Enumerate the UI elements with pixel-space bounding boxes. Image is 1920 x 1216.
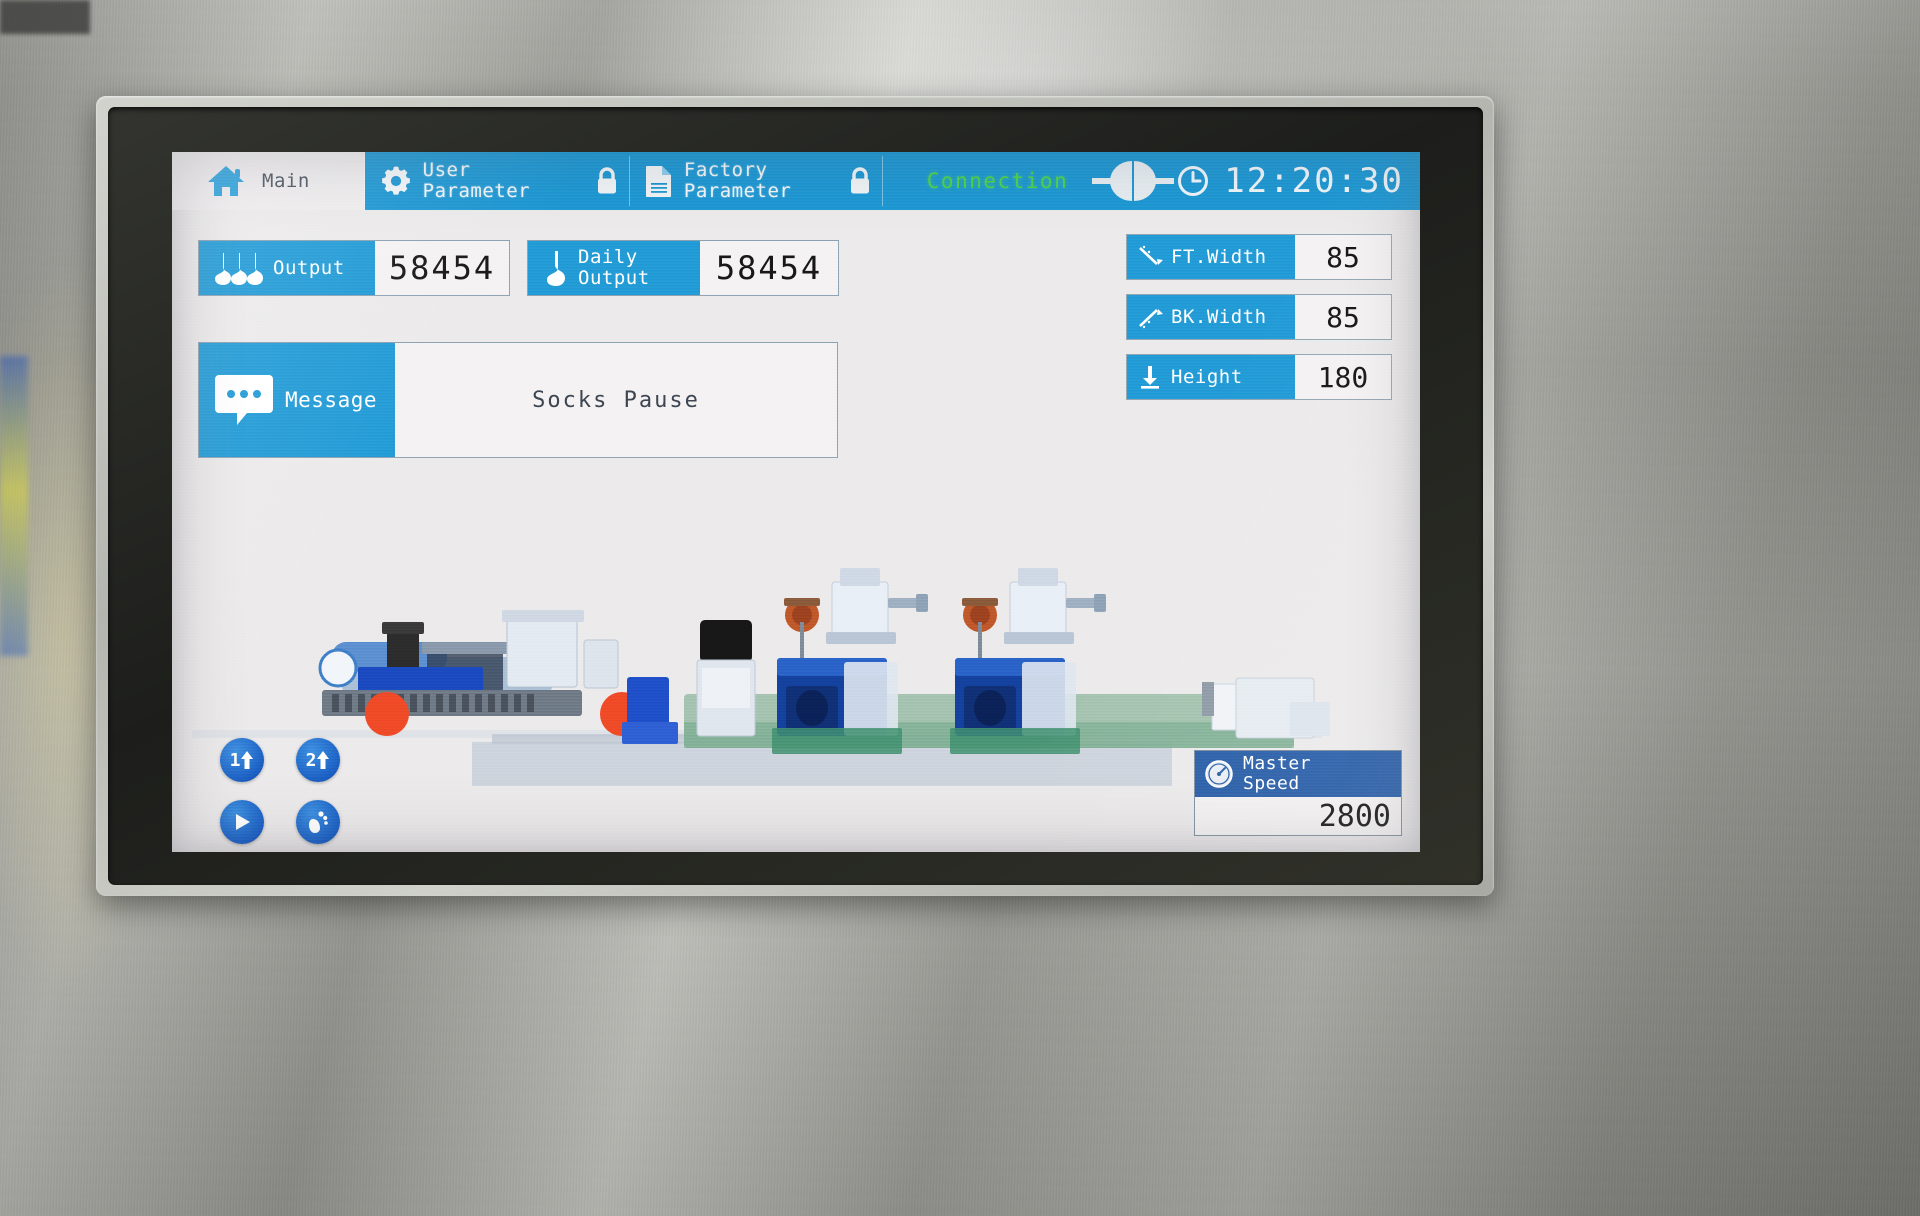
- clock-time: 12:20:30: [1224, 161, 1404, 201]
- home-icon: [206, 163, 246, 199]
- output-counter-card: Output 58454: [198, 240, 510, 296]
- master-speed-value: 2800: [1318, 799, 1391, 834]
- message-panel: Message Socks Pause: [198, 342, 838, 458]
- machine-housing: Main User Parameter Factory Parameter Co…: [0, 0, 1920, 1216]
- lock-user-parameter[interactable]: [585, 152, 630, 210]
- slope-down-icon: [1137, 244, 1163, 270]
- up-arrow-icon: [240, 750, 254, 770]
- tab-factory-parameter-label: Factory Parameter: [683, 159, 792, 202]
- hmi-screen: Main User Parameter Factory Parameter Co…: [172, 152, 1420, 852]
- play-icon: [231, 811, 253, 833]
- cylinder-2-button[interactable]: 2: [296, 738, 340, 782]
- tab-divider: [881, 156, 883, 206]
- output-counter-header: Output: [199, 241, 375, 295]
- tab-factory-parameter[interactable]: Factory Parameter: [630, 152, 838, 210]
- lock-factory-parameter[interactable]: [838, 152, 883, 210]
- up-arrow-icon: [316, 750, 330, 770]
- connection-status[interactable]: Connection: [883, 152, 1176, 210]
- message-panel-header: Message: [199, 343, 395, 457]
- slope-up-icon: [1137, 304, 1163, 330]
- master-speed-header: Master Speed: [1195, 751, 1401, 797]
- side-label-strip: [0, 356, 28, 656]
- foot-size-button[interactable]: [296, 800, 340, 844]
- top-toolbar: Main User Parameter Factory Parameter Co…: [172, 152, 1420, 210]
- cylinder-2-label: 2: [305, 749, 317, 771]
- message-panel-label: Message: [285, 388, 378, 412]
- bk-width-value: 85: [1326, 300, 1360, 334]
- ft-width-header: FT.Width: [1127, 235, 1295, 279]
- daily-output-counter-card: Daily Output 58454: [527, 240, 839, 296]
- height-header: Height: [1127, 355, 1295, 399]
- tab-user-parameter[interactable]: User Parameter: [365, 152, 585, 210]
- bk-width-label: BK.Width: [1171, 306, 1267, 328]
- run-button[interactable]: [220, 800, 264, 844]
- bk-width-header: BK.Width: [1127, 295, 1295, 339]
- document-icon: [644, 164, 674, 198]
- master-speed-label: Master Speed: [1243, 753, 1312, 794]
- tab-user-parameter-label: User Parameter: [422, 159, 531, 202]
- sock-icon: [540, 248, 568, 288]
- speech-bubble-icon: [213, 371, 275, 429]
- lock-icon: [846, 165, 874, 197]
- ft-width-label: FT.Width: [1171, 246, 1267, 268]
- output-counter-value: 58454: [388, 249, 496, 287]
- output-counter-label: Output: [273, 256, 345, 279]
- cylinder-1-label: 1: [229, 749, 241, 771]
- lock-icon: [593, 165, 621, 197]
- down-arrow-baseline-icon: [1137, 364, 1163, 390]
- three-socks-icon: [211, 249, 263, 287]
- tab-main-label: Main: [262, 169, 310, 192]
- daily-output-counter-label: Daily Output: [578, 246, 650, 289]
- footprint-icon: [307, 809, 329, 835]
- message-text: Socks Pause: [532, 387, 700, 413]
- bk-width-field[interactable]: BK.Width 85: [1126, 294, 1392, 340]
- height-field[interactable]: Height 180: [1126, 354, 1392, 400]
- speedometer-icon: [1203, 758, 1235, 790]
- cylinder-1-button[interactable]: 1: [220, 738, 264, 782]
- height-label: Height: [1171, 366, 1243, 388]
- ft-width-value: 85: [1326, 240, 1360, 274]
- tab-main[interactable]: Main: [172, 152, 365, 210]
- clock-icon: [1176, 164, 1210, 198]
- master-speed-panel[interactable]: Master Speed 2800: [1194, 750, 1402, 836]
- housing-shadow: [0, 0, 90, 34]
- connection-label: Connection: [926, 169, 1069, 193]
- daily-output-counter-header: Daily Output: [528, 241, 700, 295]
- gear-icon: [379, 164, 413, 198]
- height-value: 180: [1317, 360, 1369, 394]
- ft-width-field[interactable]: FT.Width 85: [1126, 234, 1392, 280]
- daily-output-counter-value: 58454: [715, 249, 823, 287]
- system-clock: 12:20:30: [1176, 152, 1420, 210]
- plug-connected-icon: [1090, 161, 1176, 201]
